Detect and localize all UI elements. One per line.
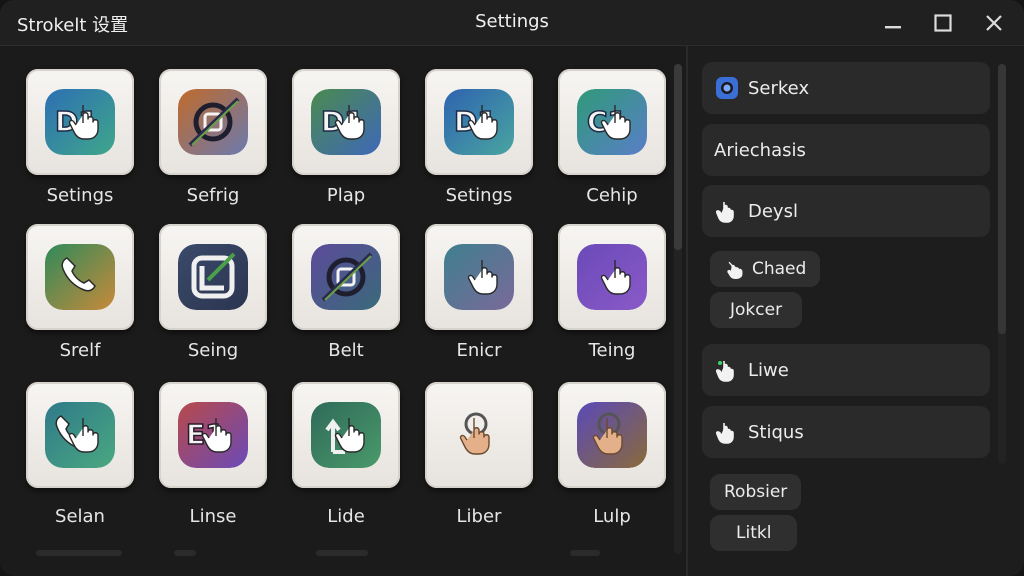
option-row-label: Ariechasis [714, 139, 806, 161]
tile-label: Lulp [593, 506, 631, 527]
option-row-label: Liwe [748, 359, 789, 381]
title-bar: Strokelt 设置 Settings [0, 0, 1024, 46]
tile-card[interactable] [159, 69, 267, 175]
tile-card[interactable] [425, 382, 533, 488]
pointer-hand-icon [577, 402, 647, 468]
chip-label: Litkl [736, 523, 772, 543]
options-scrollbar-thumb[interactable] [998, 64, 1006, 334]
maximize-icon [934, 14, 952, 32]
tile-card[interactable]: D1 [26, 69, 134, 175]
d1-touch-icon: D1 [311, 89, 381, 155]
tile-label: Selan [55, 506, 105, 527]
maximize-button[interactable] [926, 8, 960, 38]
close-icon [986, 15, 1002, 31]
option-row-liwe[interactable]: Liwe [702, 344, 990, 396]
tile-card[interactable] [558, 224, 666, 330]
app-tile[interactable]: Enicr [425, 224, 535, 361]
tile-label: Enicr [456, 340, 502, 361]
chip-robsier[interactable]: Robsier [710, 474, 802, 510]
minimize-icon [885, 26, 901, 29]
tile-label: Setings [46, 185, 114, 206]
tile-card[interactable] [425, 224, 533, 330]
l-arrow-touch-icon [311, 402, 381, 468]
option-row-stiqus[interactable]: Stiqus [702, 406, 990, 458]
phone-icon [45, 244, 115, 310]
tile-label: Plap [326, 185, 366, 206]
chip-label: Jokcer [730, 300, 783, 320]
tile-card[interactable] [292, 382, 400, 488]
chip-litkl[interactable]: Litkl [710, 515, 798, 551]
app-tile[interactable]: Sefrig [159, 69, 269, 206]
option-row-deysl[interactable]: Deysl [702, 185, 990, 237]
pointer-hand-icon [444, 244, 514, 310]
tile-card[interactable]: C1 [558, 69, 666, 175]
phone-touch-icon [45, 402, 115, 468]
d1-touch-icon: D1 [45, 89, 115, 155]
c1-touch-icon: C1 [577, 89, 647, 155]
option-row-ariechasis[interactable]: Ariechasis [702, 124, 990, 176]
tile-card[interactable]: E1 [159, 382, 267, 488]
option-row-label: Serkex [748, 77, 810, 99]
app-tile[interactable]: C1 Cehip [558, 69, 668, 206]
close-button[interactable] [977, 8, 1011, 38]
app-tile[interactable]: D1 Setings [425, 69, 535, 206]
app-title: Strokelt 设置 [17, 15, 129, 36]
app-tile[interactable]: D1 Plap [292, 69, 402, 206]
tile-card[interactable] [292, 224, 400, 330]
hand-pointer-icon [714, 198, 740, 224]
next-row-peek [570, 550, 600, 556]
app-tile[interactable]: Selan [26, 382, 136, 527]
next-row-peek [316, 550, 368, 556]
e1-touch-icon: E1 [178, 402, 248, 468]
tap-hand-icon [444, 402, 514, 468]
toggle-dot-icon [714, 75, 740, 101]
tile-card[interactable] [558, 382, 666, 488]
tile-card[interactable] [26, 382, 134, 488]
app-tile[interactable]: Seing [159, 224, 269, 361]
d1-touch-icon: D1 [444, 89, 514, 155]
app-tile[interactable]: Lulp [558, 382, 668, 527]
next-row-peek [174, 550, 196, 556]
tile-label: Belt [328, 340, 364, 361]
option-row-label: Deysl [748, 200, 798, 222]
window-title: Settings [475, 11, 549, 32]
app-tile[interactable]: Belt [292, 224, 402, 361]
tile-card[interactable] [159, 224, 267, 330]
app-tile[interactable]: Teing [558, 224, 668, 361]
app-tile[interactable]: Liber [425, 382, 535, 527]
tile-label: Linse [189, 506, 237, 527]
grid-scrollbar-thumb[interactable] [674, 64, 682, 250]
hand-pointer-icon [714, 357, 740, 383]
tile-label: Sefrig [186, 185, 240, 206]
pointer-hand-icon [577, 244, 647, 310]
hand-pointer-icon [724, 258, 746, 280]
tile-label: Lide [327, 506, 365, 527]
slash-target-icon [178, 89, 248, 155]
hand-pointer-icon [714, 419, 740, 445]
tile-label: Cehip [586, 185, 638, 206]
chip-label: Robsier [724, 482, 788, 502]
minimize-button[interactable] [876, 8, 910, 38]
tile-card[interactable]: D1 [292, 69, 400, 175]
app-tile[interactable]: Lide [292, 382, 402, 527]
slash-target-icon [311, 244, 381, 310]
next-row-peek [36, 550, 122, 556]
tile-card[interactable]: D1 [425, 69, 533, 175]
tile-card[interactable] [26, 224, 134, 330]
chip-chaed[interactable]: Chaed [710, 251, 821, 287]
tile-label: Setings [445, 185, 513, 206]
tile-label: Srelf [59, 340, 101, 361]
chip-label: Chaed [752, 259, 807, 279]
tile-label: Teing [588, 340, 636, 361]
tile-label: Liber [456, 506, 502, 527]
app-tile[interactable]: Srelf [26, 224, 136, 361]
app-tile[interactable]: D1 Setings [26, 69, 136, 206]
chip-jokcer[interactable]: Jokcer [710, 292, 803, 328]
corner-check-icon [178, 244, 248, 310]
app-tile[interactable]: E1 Linse [159, 382, 269, 527]
option-row-label: Stiqus [748, 421, 804, 443]
tile-label: Seing [187, 340, 239, 361]
settings-window: Strokelt 设置 Settings D1 Setings Sefrig D… [0, 0, 1024, 576]
option-row-serkex[interactable]: Serkex [702, 62, 990, 114]
